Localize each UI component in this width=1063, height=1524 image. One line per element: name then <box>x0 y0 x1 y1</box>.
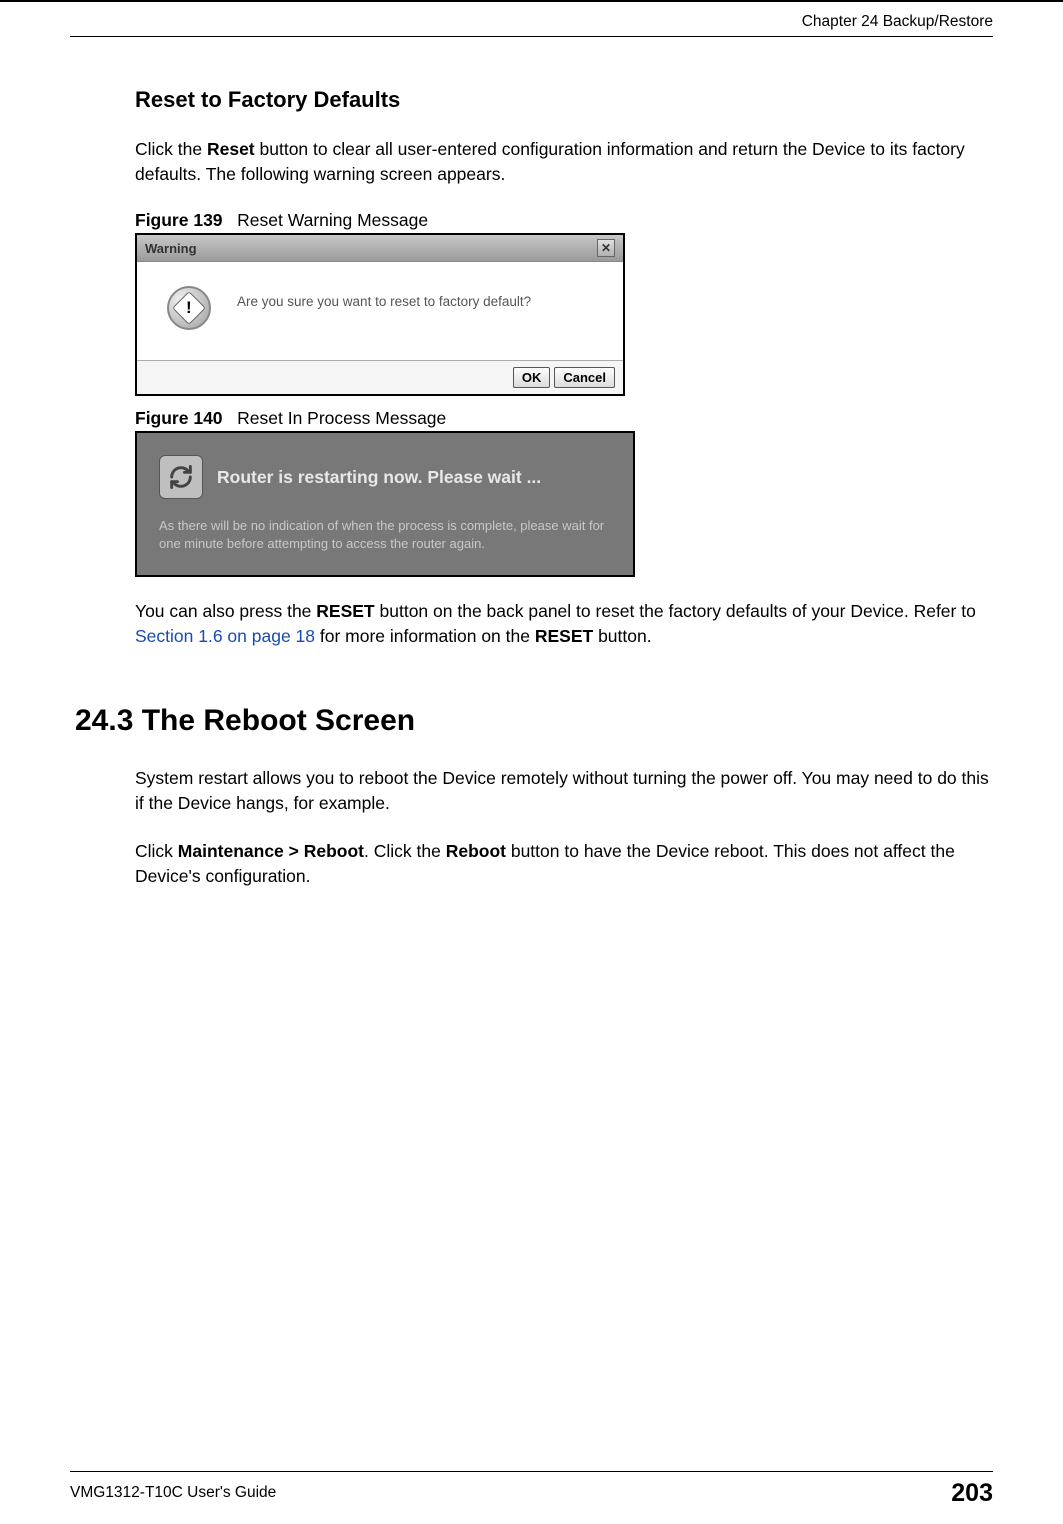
footer-guide-name: VMG1312-T10C User's Guide <box>70 1484 276 1502</box>
header-rule <box>70 36 993 37</box>
footer-rule <box>70 1471 993 1472</box>
dialog-body: ! Are you sure you want to reset to fact… <box>137 262 623 360</box>
text: You can also press the <box>135 601 316 621</box>
warning-icon: ! <box>167 286 211 330</box>
text: button on the back panel to reset the fa… <box>375 601 976 621</box>
text: button. <box>593 626 651 646</box>
bold-reboot: Reboot <box>446 841 506 861</box>
figure-140-caption: Figure 140 Reset In Process Message <box>135 408 993 429</box>
figure-label: Figure 139 <box>135 210 223 230</box>
close-button[interactable]: ✕ <box>597 239 615 257</box>
page: Chapter 24 Backup/Restore Reset to Facto… <box>0 0 1063 1524</box>
text: for more information on the <box>315 626 535 646</box>
text: button to clear all user-entered configu… <box>135 139 965 184</box>
ok-button[interactable]: OK <box>513 367 551 388</box>
dialog-footer: OK Cancel <box>137 360 623 394</box>
section-heading-24-3: 24.3 The Reboot Screen <box>75 704 993 738</box>
text: Click <box>135 841 178 861</box>
text: Click the <box>135 139 207 159</box>
text: . Click the <box>364 841 446 861</box>
page-number: 203 <box>951 1479 993 1508</box>
bold-reset-btn2: RESET <box>535 626 593 646</box>
bold-reset-btn: RESET <box>316 601 374 621</box>
figure-139-caption: Figure 139 Reset Warning Message <box>135 210 993 231</box>
cancel-button[interactable]: Cancel <box>554 367 615 388</box>
figure-title: Reset In Process Message <box>237 408 446 428</box>
bold-maintenance-reboot: Maintenance > Reboot <box>178 841 364 861</box>
bold-reset: Reset <box>207 139 255 159</box>
para-reset-intro: Click the Reset button to clear all user… <box>135 137 993 186</box>
restart-title: Router is restarting now. Please wait ..… <box>217 467 541 488</box>
restart-dialog: Router is restarting now. Please wait ..… <box>135 431 635 577</box>
para-reboot-intro: System restart allows you to reboot the … <box>135 766 993 815</box>
figure-label: Figure 140 <box>135 408 223 428</box>
link-section-1-6[interactable]: Section 1.6 on page 18 <box>135 626 315 646</box>
figure-title: Reset Warning Message <box>237 210 428 230</box>
dialog-title: Warning <box>145 241 197 256</box>
content-area: Reset to Factory Defaults Click the Rese… <box>135 87 993 912</box>
para-reset-button-note: You can also press the RESET button on t… <box>135 599 993 648</box>
dialog-titlebar: Warning ✕ <box>137 235 623 262</box>
chapter-header: Chapter 24 Backup/Restore <box>802 13 993 31</box>
dialog-message: Are you sure you want to reset to factor… <box>237 282 531 309</box>
section-title-reset: Reset to Factory Defaults <box>135 87 993 113</box>
restart-subtext: As there will be no indication of when t… <box>159 517 611 553</box>
refresh-icon <box>159 455 203 499</box>
para-reboot-instructions: Click Maintenance > Reboot. Click the Re… <box>135 839 993 888</box>
restart-header: Router is restarting now. Please wait ..… <box>159 455 611 499</box>
warning-dialog: Warning ✕ ! Are you sure you want to res… <box>135 233 625 396</box>
